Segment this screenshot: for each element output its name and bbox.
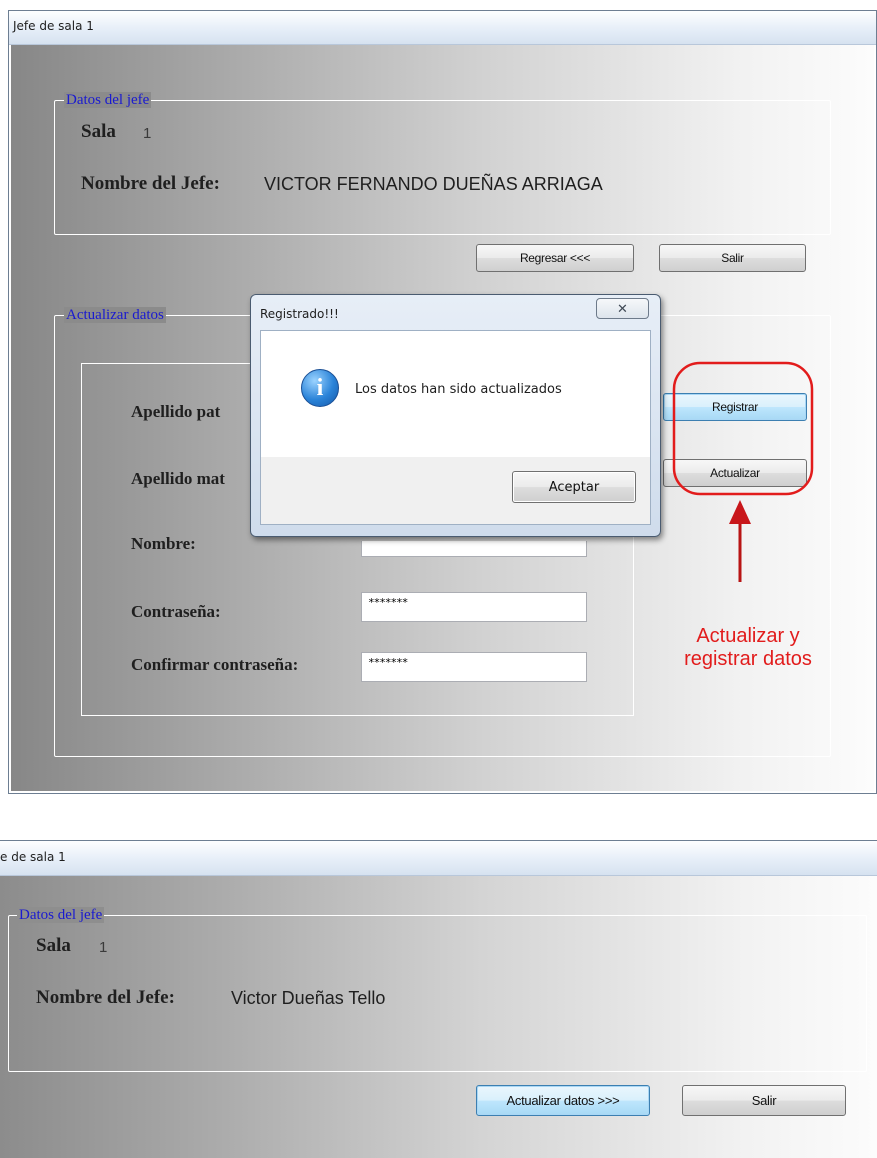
window-title-2: e de sala 1 (0, 850, 66, 864)
annotation-text: Actualizar y registrar datos (658, 625, 838, 671)
info-icon: i (301, 369, 339, 407)
dialog-title: Registrado!!! (260, 307, 339, 321)
datos-jefe-group (54, 100, 831, 235)
highlight-rounded-rect (672, 361, 814, 496)
close-icon[interactable]: ✕ (596, 298, 649, 319)
actualizar-datos-group-title: Actualizar datos (64, 307, 166, 323)
annotation-line2: registrar datos (684, 648, 812, 670)
annotation-highlight (672, 361, 814, 582)
window-title: Jefe de sala 1 (13, 19, 94, 33)
apellido-paterno-label: Apellido pat (131, 402, 221, 421)
contrasena-label: Contraseña: (131, 602, 221, 621)
salir-button-2[interactable]: Salir (682, 1085, 846, 1116)
datos-jefe-group-title: Datos del jefe (64, 92, 152, 108)
contrasena-input[interactable]: ******* (361, 592, 587, 622)
sala-value-2: 1 (99, 939, 108, 956)
salir-button[interactable]: Salir (659, 244, 806, 272)
apellido-materno-label: Apellido mat (131, 469, 225, 488)
title-bar[interactable]: Jefe de sala 1 (9, 11, 876, 45)
dialog-message: Los datos han sido actualizados (355, 382, 562, 397)
dialog-footer: Aceptar (260, 457, 651, 525)
sala-label-2: Sala (36, 935, 71, 956)
confirmar-contrasena-input[interactable]: ******* (361, 652, 587, 682)
regresar-button[interactable]: Regresar <<< (476, 244, 634, 272)
nombre-label: Nombre: (131, 534, 196, 553)
sala-value: 1 (143, 125, 152, 142)
registrado-dialog: Registrado!!! ✕ i Los datos han sido act… (250, 294, 661, 537)
actualizar-datos-button[interactable]: Actualizar datos >>> (476, 1085, 650, 1116)
dialog-body: i Los datos han sido actualizados (260, 330, 651, 457)
datos-jefe-group-title-2: Datos del jefe (17, 907, 105, 923)
nombre-input[interactable] (361, 541, 587, 557)
nombre-jefe-label: Nombre del Jefe: (81, 173, 220, 194)
window-jefe-de-sala-bottom: e de sala 1 Datos del jefe Sala 1 Nombre… (0, 840, 877, 1158)
nombre-jefe-value-2: Victor Dueñas Tello (231, 988, 386, 1008)
arrow-up-icon (729, 500, 751, 524)
nombre-jefe-value: VICTOR FERNANDO DUEÑAS ARRIAGA (264, 174, 603, 194)
confirmar-contrasena-label: Confirmar contraseña: (131, 655, 299, 674)
sala-label: Sala (81, 121, 116, 142)
aceptar-button[interactable]: Aceptar (512, 471, 636, 503)
window-client-area-2: Datos del jefe Sala 1 Nombre del Jefe: V… (0, 876, 877, 1158)
nombre-jefe-label-2: Nombre del Jefe: (36, 987, 175, 1008)
title-bar-2[interactable]: e de sala 1 (0, 841, 877, 876)
annotation-line1: Actualizar y (696, 625, 800, 647)
